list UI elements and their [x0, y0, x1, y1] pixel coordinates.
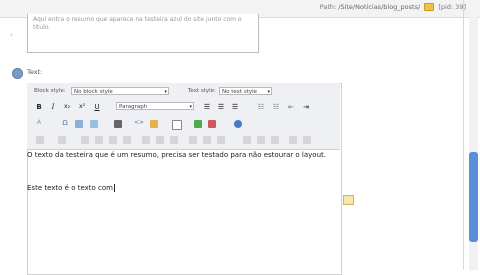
- insert-image-icon[interactable]: [75, 120, 83, 128]
- underline-button[interactable]: U: [92, 102, 102, 112]
- special-char-icon[interactable]: Ω: [60, 118, 70, 128]
- fullscreen-icon[interactable]: [172, 120, 182, 130]
- unlink-icon[interactable]: [208, 120, 216, 128]
- panel-divider: [463, 0, 464, 270]
- format-value: Paragraph: [119, 104, 148, 110]
- edit-note-icon[interactable]: [343, 195, 354, 205]
- text-style-select[interactable]: No text style ▾: [219, 87, 272, 95]
- breadcrumb: Path: /Site/Noticias/blog_posts/ [pid: 3…: [320, 3, 466, 11]
- cleanup-icon[interactable]: [303, 136, 311, 144]
- path-label: Path:: [319, 3, 337, 11]
- table-icon[interactable]: [36, 136, 44, 144]
- numbered-list-icon[interactable]: ☷: [271, 102, 281, 112]
- text-caret: [113, 184, 115, 192]
- edit-icon[interactable]: [150, 120, 158, 128]
- path-value[interactable]: /Site/Noticias/blog_posts/: [338, 3, 420, 11]
- source-code-icon[interactable]: <>: [134, 118, 144, 128]
- row-before-icon[interactable]: [95, 136, 103, 144]
- delete-col-icon[interactable]: [170, 136, 178, 144]
- editor-paragraph-current[interactable]: Este texto é o texto com: [27, 184, 115, 192]
- row-icon[interactable]: [81, 136, 89, 144]
- info-icon[interactable]: [12, 68, 23, 79]
- chevron-down-icon: ▾: [267, 89, 270, 95]
- cell-props-icon[interactable]: [189, 136, 197, 144]
- hr-icon[interactable]: [271, 136, 279, 144]
- align-left-icon[interactable]: ☰: [202, 102, 212, 112]
- text-style-label: Text style:: [188, 88, 216, 94]
- scrollbar-thumb[interactable]: [469, 152, 478, 242]
- row-after-icon[interactable]: [109, 136, 117, 144]
- block-style-label: Block style:: [34, 88, 66, 94]
- table-props-icon[interactable]: [58, 136, 66, 144]
- italic-button[interactable]: I: [48, 102, 58, 112]
- expand-arrow-icon[interactable]: ›: [10, 31, 13, 39]
- chevron-down-icon: ▾: [164, 89, 167, 95]
- col-before-icon[interactable]: [142, 136, 150, 144]
- text-style-value: No text style: [222, 89, 258, 95]
- folder-icon[interactable]: [424, 3, 435, 11]
- page-id: [pid: 39]: [438, 3, 466, 11]
- chevron-down-icon: ▾: [189, 104, 192, 110]
- summary-textarea[interactable]: Aqui entra o resumo que aparece na teste…: [27, 14, 259, 53]
- redo-icon[interactable]: [257, 136, 265, 144]
- superscript-button[interactable]: x²: [77, 102, 87, 112]
- merge-cells-icon[interactable]: [203, 136, 211, 144]
- bullet-list-icon[interactable]: ☷: [256, 102, 266, 112]
- undo-icon[interactable]: [243, 136, 251, 144]
- bold-button[interactable]: B: [34, 102, 44, 112]
- print-icon[interactable]: [114, 120, 122, 128]
- block-style-value: No block style: [74, 89, 113, 95]
- outdent-icon[interactable]: ⇤: [286, 102, 296, 112]
- help-icon[interactable]: [234, 120, 242, 128]
- align-center-icon[interactable]: ☰: [216, 102, 226, 112]
- block-style-select[interactable]: No block style ▾: [71, 87, 169, 95]
- split-cells-icon[interactable]: [217, 136, 225, 144]
- subscript-button[interactable]: x₂: [62, 102, 72, 112]
- insert-link-icon[interactable]: [194, 120, 202, 128]
- summary-text: Aqui entra o resumo que aparece na teste…: [33, 16, 242, 31]
- delete-row-icon[interactable]: [123, 136, 131, 144]
- text-field-label: Text:: [27, 68, 43, 76]
- align-right-icon[interactable]: ☰: [230, 102, 240, 112]
- text-color-icon[interactable]: A: [34, 118, 44, 128]
- format-select[interactable]: Paragraph ▾: [116, 102, 194, 110]
- editor-paragraph[interactable]: O texto da testeira que é um resumo, pre…: [27, 151, 326, 159]
- editor-toolbar: Block style: No block style ▾ Text style…: [27, 83, 340, 150]
- indent-icon[interactable]: ⇥: [301, 102, 311, 112]
- insert-table-icon[interactable]: [90, 120, 98, 128]
- remove-format-icon[interactable]: [289, 136, 297, 144]
- editor-text: Este texto é o texto com: [27, 184, 113, 192]
- col-after-icon[interactable]: [156, 136, 164, 144]
